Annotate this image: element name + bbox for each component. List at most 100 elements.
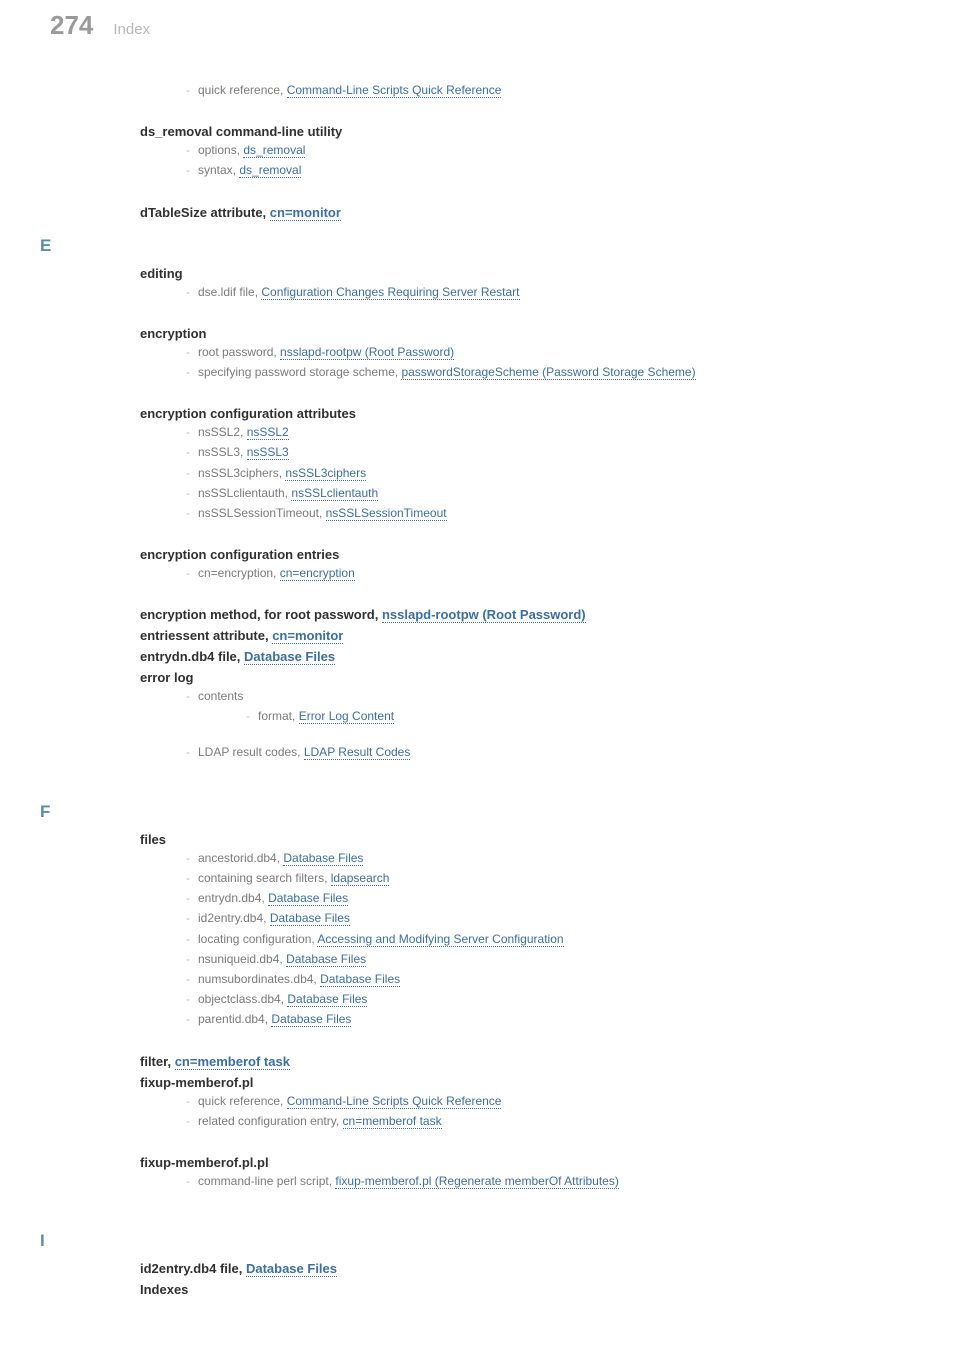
item-label: nsuniqueid.db4, [198,952,286,966]
quick-ref-link2[interactable]: Command-Line Scripts Quick Reference [287,1094,502,1109]
dtablesize-entry: dTableSize attribute, cn=monitor [140,205,904,220]
ds-removal-options-link[interactable]: ds_removal [243,143,305,158]
page-number: 274 [50,10,93,41]
list-item: quick reference, Command-Line Scripts Qu… [190,1092,904,1111]
rootpw-method-link[interactable]: nsslapd-rootpw (Root Password) [382,607,586,623]
rootpw-link[interactable]: nsslapd-rootpw (Root Password) [280,345,454,360]
encryption-method-entry: encryption method, for root password, ns… [140,607,904,622]
password-storage-scheme-link[interactable]: passwordStorageScheme (Password Storage … [401,365,695,380]
quick-reference-list: quick reference, Command-Line Scripts Qu… [140,81,904,100]
id2entry-entry: id2entry.db4 file, Database Files [140,1261,904,1276]
regenerate-memberof-link[interactable]: fixup-memberof.pl (Regenerate memberOf A… [335,1174,618,1189]
item-label: locating configuration, [198,932,317,946]
filter-entry: filter, cn=memberof task [140,1054,904,1069]
sub-list: dse.ldif file, Configuration Changes Req… [140,283,904,302]
ds-removal-syntax-link[interactable]: ds_removal [239,163,301,178]
db-files-link-id2[interactable]: Database Files [246,1261,337,1277]
list-item: syntax, ds_removal [190,161,904,180]
item-label: cn=encryption, [198,566,280,580]
config-changes-link[interactable]: Configuration Changes Requiring Server R… [261,285,519,300]
item-label: command-line perl script, [198,1174,335,1188]
db-files-link4[interactable]: Database Files [270,911,350,926]
errorlog-entry: error log contents format, Error Log Con… [140,670,904,762]
quick-reference-link[interactable]: Command-Line Scripts Quick Reference [287,83,502,98]
entry-title: encryption method, for root password, [140,607,382,622]
cn-memberof-task-link[interactable]: cn=memberof task [175,1054,290,1070]
list-item: root password, nsslapd-rootpw (Root Pass… [190,343,904,362]
list-item: parentid.db4, Database Files [190,1010,904,1029]
list-item: quick reference, Command-Line Scripts Qu… [190,81,904,100]
cn-encryption-link[interactable]: cn=encryption [280,566,355,581]
list-item: cn=encryption, cn=encryption [190,564,904,583]
database-files-link[interactable]: Database Files [244,649,335,665]
cn-monitor-link[interactable]: cn=monitor [270,205,341,221]
entry-title: filter, [140,1054,175,1069]
list-item: nsSSL3, nsSSL3 [190,443,904,462]
server-config-link[interactable]: Accessing and Modifying Server Configura… [317,932,563,947]
nsssl2-link[interactable]: nsSSL2 [247,425,289,440]
list-item: nsuniqueid.db4, Database Files [190,950,904,969]
db-files-link9[interactable]: Database Files [271,1012,351,1027]
item-label: format, [258,709,299,723]
item-label: containing search filters, [198,871,331,885]
ldap-result-codes-link[interactable]: LDAP Result Codes [304,745,411,760]
nssslsessiontimeout-link[interactable]: nsSSLSessionTimeout [326,506,447,521]
item-label: id2entry.db4, [198,911,270,925]
ldapsearch-link[interactable]: ldapsearch [331,871,390,886]
entriessent-entry: entriessent attribute, cn=monitor [140,628,904,643]
item-label: nsSSLclientauth, [198,486,291,500]
nsssl3ciphers-link[interactable]: nsSSL3ciphers [285,466,366,481]
list-item: related configuration entry, cn=memberof… [190,1112,904,1131]
section-letter-e: E [40,236,904,256]
item-label: contents [198,689,243,703]
section-letter-i: I [40,1231,904,1251]
list-item: LDAP result codes, LDAP Result Codes [190,743,904,762]
item-label: specifying password storage scheme, [198,365,401,379]
fixup-memberof-entry: fixup-memberof.pl quick reference, Comma… [140,1075,904,1131]
encryption-entries-entry: encryption configuration entries cn=encr… [140,547,904,583]
ds-removal-entry: ds_removal command-line utility options,… [140,124,904,180]
section-letter-f: F [40,802,904,822]
error-log-content-link[interactable]: Error Log Content [299,709,394,724]
item-label: nsSSL2, [198,425,247,439]
nsssl3-link[interactable]: nsSSL3 [247,445,289,460]
entry-title: editing [140,266,904,281]
list-item: nsSSL2, nsSSL2 [190,423,904,442]
sub-list: contents format, Error Log Content LDAP … [140,687,904,762]
item-label: ancestorid.db4, [198,851,283,865]
db-files-link3[interactable]: Database Files [268,891,348,906]
list-item: containing search filters, ldapsearch [190,869,904,888]
entry-title: encryption configuration attributes [140,406,904,421]
sub-list: cn=encryption, cn=encryption [140,564,904,583]
list-item: objectclass.db4, Database Files [190,990,904,1009]
item-label: related configuration entry, [198,1114,343,1128]
cn-monitor-link2[interactable]: cn=monitor [272,628,343,644]
list-item: format, Error Log Content [250,707,904,726]
item-label: root password, [198,345,280,359]
item-label: nsSSLSessionTimeout, [198,506,326,520]
entry-title: fixup-memberof.pl [140,1075,904,1090]
item-label: numsubordinates.db4, [198,972,320,986]
cn-memberof-task-link2[interactable]: cn=memberof task [343,1114,442,1129]
page-header: 274 Index [0,0,954,60]
db-files-link7[interactable]: Database Files [320,972,400,987]
nssslclientauth-link[interactable]: nsSSLclientauth [291,486,378,501]
db-files-link1[interactable]: Database Files [283,851,363,866]
list-item: entrydn.db4, Database Files [190,889,904,908]
list-item: nsSSLclientauth, nsSSLclientauth [190,484,904,503]
entry-title: encryption configuration entries [140,547,904,562]
db-files-link8[interactable]: Database Files [287,992,367,1007]
list-item: options, ds_removal [190,141,904,160]
indexes-entry: Indexes [140,1282,904,1297]
list-item: id2entry.db4, Database Files [190,909,904,928]
item-label: nsSSL3, [198,445,247,459]
header-title: Index [113,21,150,38]
list-item: dse.ldif file, Configuration Changes Req… [190,283,904,302]
entry-title: entrydn.db4 file, [140,649,244,664]
sub-list: options, ds_removal syntax, ds_removal [140,141,904,180]
list-item: specifying password storage scheme, pass… [190,363,904,382]
entry-title: Indexes [140,1282,188,1297]
db-files-link6[interactable]: Database Files [286,952,366,967]
list-item: nsSSLSessionTimeout, nsSSLSessionTimeout [190,504,904,523]
list-item: numsubordinates.db4, Database Files [190,970,904,989]
